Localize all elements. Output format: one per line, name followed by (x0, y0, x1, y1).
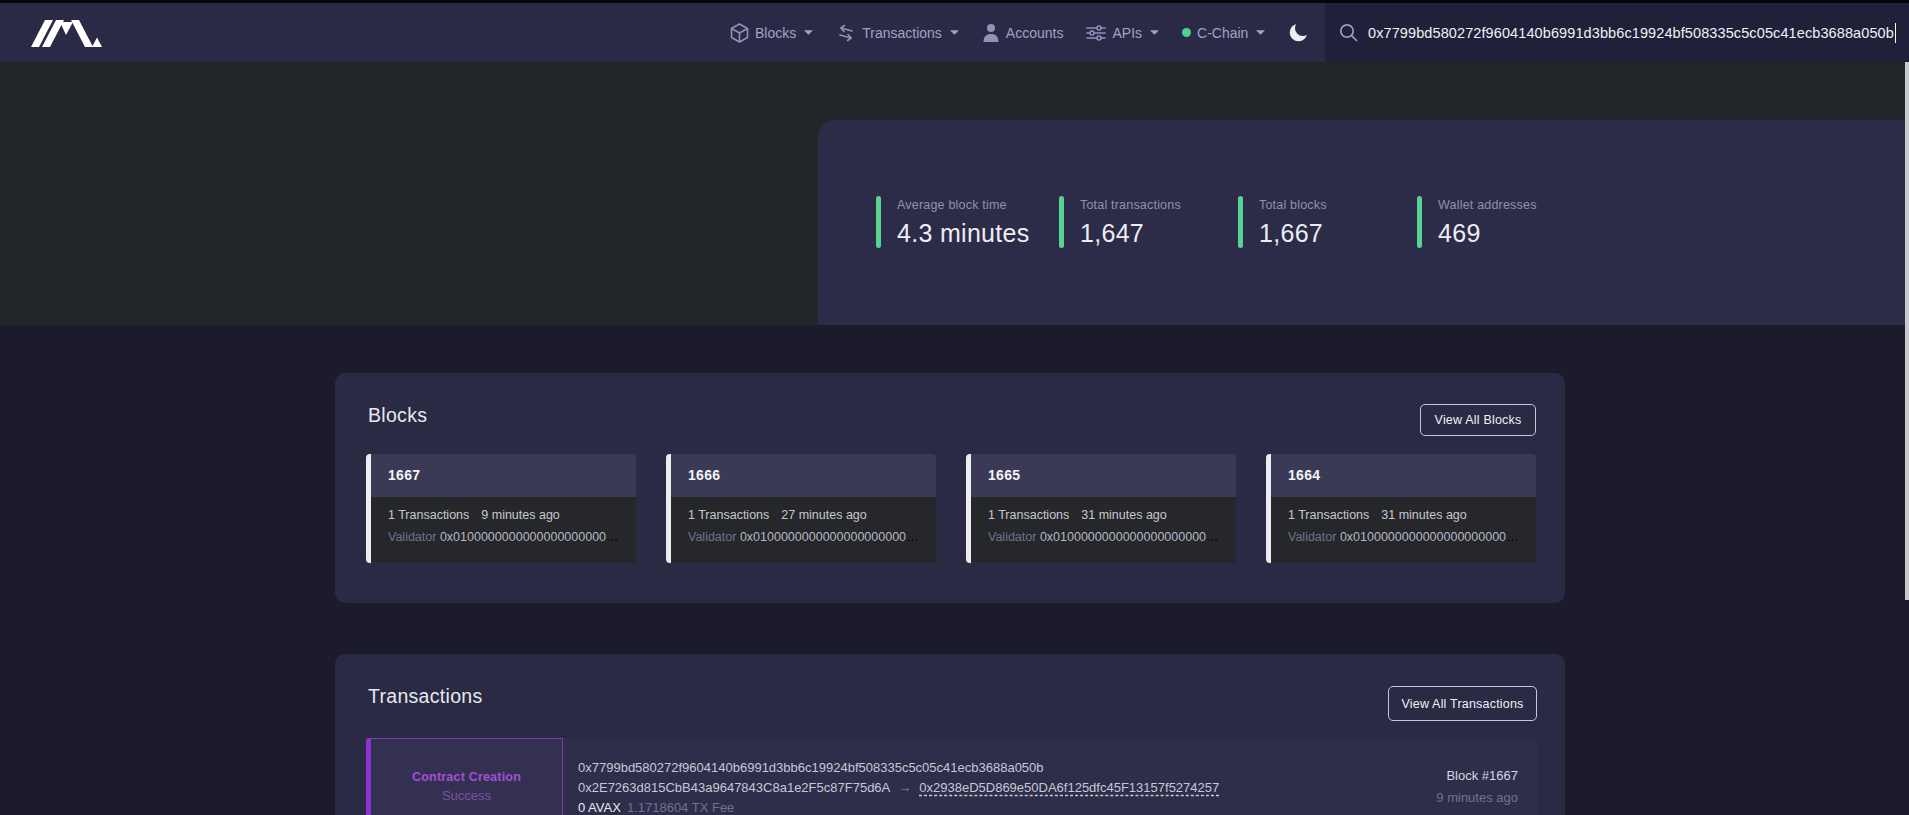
transaction-amount: 0 AVAX (578, 800, 621, 815)
transaction-status: Success (442, 788, 491, 803)
search-icon (1339, 23, 1358, 42)
cube-icon (730, 23, 749, 43)
block-number[interactable]: 1665 (966, 454, 1236, 497)
stat-value: 4.3 minutes (897, 219, 1030, 248)
to-address-link[interactable]: 0x2938eD5D869e50DA6f125dfc45F13157f52742… (919, 780, 1219, 795)
chevron-down-icon (950, 30, 959, 35)
block-card[interactable]: 1667 1 Transactions 9 minutes ago Validat… (366, 454, 636, 563)
validator-address: 0x01000000000000000000000000000000000000… (1040, 530, 1222, 544)
nav-item-transactions[interactable]: Transactions (836, 24, 959, 42)
nav-transactions-label: Transactions (862, 25, 942, 41)
stat-accent-bar (1238, 196, 1243, 248)
view-all-transactions-button[interactable]: View All Transactions (1388, 686, 1537, 721)
chain-status-dot (1182, 28, 1191, 37)
chevron-down-icon (1150, 30, 1159, 35)
stat-label: Total blocks (1259, 198, 1327, 212)
block-accent-bar (966, 454, 971, 563)
transaction-age: 9 minutes ago (1436, 790, 1518, 805)
sliders-icon (1086, 24, 1106, 42)
search-bar[interactable]: 0x7799bd580272f9604140b6991d3bb6c19924bf… (1325, 3, 1909, 62)
chevron-down-icon (1256, 30, 1265, 35)
block-tx-count: 1 Transactions (388, 508, 469, 522)
transaction-hash[interactable]: 0x7799bd580272f9604140b6991d3bb6c19924bf… (578, 760, 1537, 775)
validator-label: Validator (1288, 530, 1336, 544)
search-input-value[interactable]: 0x7799bd580272f9604140b6991d3bb6c19924bf… (1368, 25, 1894, 41)
stat-label: Wallet addresses (1438, 198, 1537, 212)
from-address[interactable]: 0x2E7263d815CbB43a9647843C8a1e2F5c87F75d… (578, 780, 890, 795)
nav-item-accounts[interactable]: Accounts (982, 23, 1064, 42)
blocks-title: Blocks (368, 404, 427, 427)
blocks-section: Blocks View All Blocks 1667 1 Transactio… (335, 373, 1565, 603)
nav-apis-label: APIs (1112, 25, 1142, 41)
person-icon (982, 23, 1000, 42)
view-all-blocks-button[interactable]: View All Blocks (1420, 404, 1536, 436)
scrollbar[interactable] (1905, 62, 1909, 600)
block-tx-count: 1 Transactions (1288, 508, 1369, 522)
nav-chain-label: C-Chain (1197, 25, 1248, 41)
hero-section: Average block time 4.3 minutes Total tra… (0, 62, 1909, 325)
stat-value: 469 (1438, 219, 1537, 248)
nav-accounts-label: Accounts (1006, 25, 1064, 41)
block-number[interactable]: 1666 (666, 454, 936, 497)
stat-label: Total transactions (1080, 198, 1181, 212)
validator-address: 0x01000000000000000000000000000000000000… (440, 530, 622, 544)
stat-accent-bar (1059, 196, 1064, 248)
block-tx-count: 1 Transactions (688, 508, 769, 522)
swap-arrows-icon (836, 24, 856, 42)
transactions-title: Transactions (368, 685, 483, 708)
stat-wallet-addresses: Wallet addresses 469 (1417, 196, 1537, 248)
transactions-section: Transactions View All Transactions Contr… (335, 654, 1565, 815)
transaction-type: Contract Creation (412, 770, 521, 784)
stat-accent-bar (876, 196, 881, 248)
block-age: 9 minutes ago (481, 508, 560, 522)
transaction-type-cell: Contract Creation Success (370, 738, 563, 815)
validator-label: Validator (688, 530, 736, 544)
stat-total-blocks: Total blocks 1,667 (1238, 196, 1327, 248)
block-number[interactable]: 1664 (1266, 454, 1536, 497)
navbar: Blocks Transactions Accounts APIs C-Chai… (0, 3, 1909, 62)
stat-value: 1,647 (1080, 219, 1181, 248)
block-accent-bar (666, 454, 671, 563)
validator-address: 0x01000000000000000000000000000000000000… (1340, 530, 1522, 544)
block-card[interactable]: 1664 1 Transactions 31 minutes ago Valida… (1266, 454, 1536, 563)
stat-total-transactions: Total transactions 1,647 (1059, 196, 1181, 248)
block-tx-count: 1 Transactions (988, 508, 1069, 522)
dark-mode-toggle[interactable] (1288, 22, 1309, 43)
nav-item-blocks[interactable]: Blocks (730, 23, 813, 43)
text-cursor (1895, 23, 1897, 43)
transaction-block-link[interactable]: Block #1667 (1436, 768, 1518, 783)
block-accent-bar (1266, 454, 1271, 563)
stats-panel: Average block time 4.3 minutes Total tra… (818, 120, 1909, 325)
nav-item-apis[interactable]: APIs (1086, 24, 1159, 42)
block-cards-row: 1667 1 Transactions 9 minutes ago Validat… (366, 454, 1536, 563)
block-card[interactable]: 1666 1 Transactions 27 minutes ago Valida… (666, 454, 936, 563)
block-number[interactable]: 1667 (366, 454, 636, 497)
moon-icon (1288, 22, 1309, 43)
validator-address: 0x01000000000000000000000000000000000000… (740, 530, 922, 544)
arrow-right-icon: → (898, 780, 911, 795)
transaction-row[interactable]: Contract Creation Success 0x7799bd580272… (366, 738, 1537, 815)
block-age: 31 minutes ago (1081, 508, 1166, 522)
block-accent-bar (366, 454, 371, 563)
block-age: 27 minutes ago (781, 508, 866, 522)
block-card[interactable]: 1665 1 Transactions 31 minutes ago Valida… (966, 454, 1236, 563)
stat-average-block-time: Average block time 4.3 minutes (876, 196, 1030, 248)
transaction-fee: 1.1718604 TX Fee (627, 800, 734, 815)
nav-item-chain-selector[interactable]: C-Chain (1182, 25, 1265, 41)
stat-accent-bar (1417, 196, 1422, 248)
transaction-details: 0x7799bd580272f9604140b6991d3bb6c19924bf… (563, 738, 1537, 815)
chevron-down-icon (804, 30, 813, 35)
stat-value: 1,667 (1259, 219, 1327, 248)
avalanche-logo[interactable] (31, 20, 103, 47)
stat-label: Average block time (897, 198, 1030, 212)
validator-label: Validator (388, 530, 436, 544)
nav-blocks-label: Blocks (755, 25, 796, 41)
validator-label: Validator (988, 530, 1036, 544)
main-nav: Blocks Transactions Accounts APIs C-Chai… (730, 3, 1309, 62)
block-age: 31 minutes ago (1381, 508, 1466, 522)
